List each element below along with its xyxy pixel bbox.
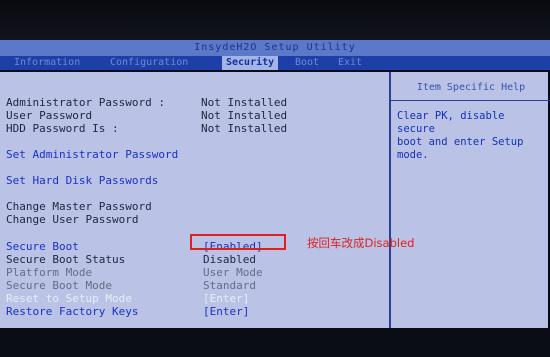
help-rule [391, 100, 550, 101]
secure-boot-status-label: Secure Boot Status [6, 253, 126, 266]
set-hdd-passwords-label: Set Hard Disk Passwords [6, 174, 159, 187]
menu-bar: Information Configuration Security Boot … [0, 56, 550, 70]
help-text: Clear PK, disable secure boot and enter … [397, 110, 524, 161]
secure-boot-label: Secure Boot [6, 240, 79, 253]
screen-bezel [0, 0, 550, 40]
platform-mode-label: Platform Mode [6, 266, 93, 279]
window-title: InsydeH2O Setup Utility [0, 40, 550, 56]
admin-password-label: Administrator Password : [6, 96, 165, 109]
annotation-text: 按回车改成Disabled [307, 236, 415, 250]
help-header: Item Specific Help [416, 82, 526, 93]
secure-boot-mode-label: Secure Boot Mode [6, 279, 112, 292]
help-divider [389, 72, 391, 328]
secure-boot-status-value: Disabled [203, 253, 256, 266]
hdd-password-label: HDD Password Is : [6, 122, 119, 135]
restore-factory-keys-row[interactable]: Restore Factory Keys [Enter] [6, 305, 249, 357]
menu-boot[interactable]: Boot [291, 56, 323, 70]
secure-boot-highlight-box [190, 234, 286, 250]
restore-factory-keys-value[interactable]: [Enter] [203, 305, 249, 318]
menu-information[interactable]: Information [10, 56, 84, 70]
set-admin-password-label: Set Administrator Password [6, 148, 179, 161]
change-master-password-label: Change Master Password [6, 200, 152, 213]
reset-setup-mode-label: Reset to Setup Mode [6, 292, 132, 305]
hdd-password-value: Not Installed [201, 122, 288, 135]
change-user-password-label: Change User Password [6, 213, 139, 226]
security-panel: Administrator Password : Not Installed U… [0, 72, 550, 328]
user-password-value: Not Installed [201, 109, 288, 122]
user-password-label: User Password [6, 109, 93, 122]
menu-configuration[interactable]: Configuration [106, 56, 192, 70]
platform-mode-value: User Mode [203, 266, 263, 279]
menu-exit[interactable]: Exit [334, 56, 366, 70]
secure-boot-mode-value: Standard [203, 279, 256, 292]
restore-factory-keys-label: Restore Factory Keys [6, 305, 139, 318]
menu-security[interactable]: Security [222, 56, 279, 70]
admin-password-value: Not Installed [201, 96, 288, 109]
reset-setup-mode-value[interactable]: [Enter] [203, 292, 249, 305]
